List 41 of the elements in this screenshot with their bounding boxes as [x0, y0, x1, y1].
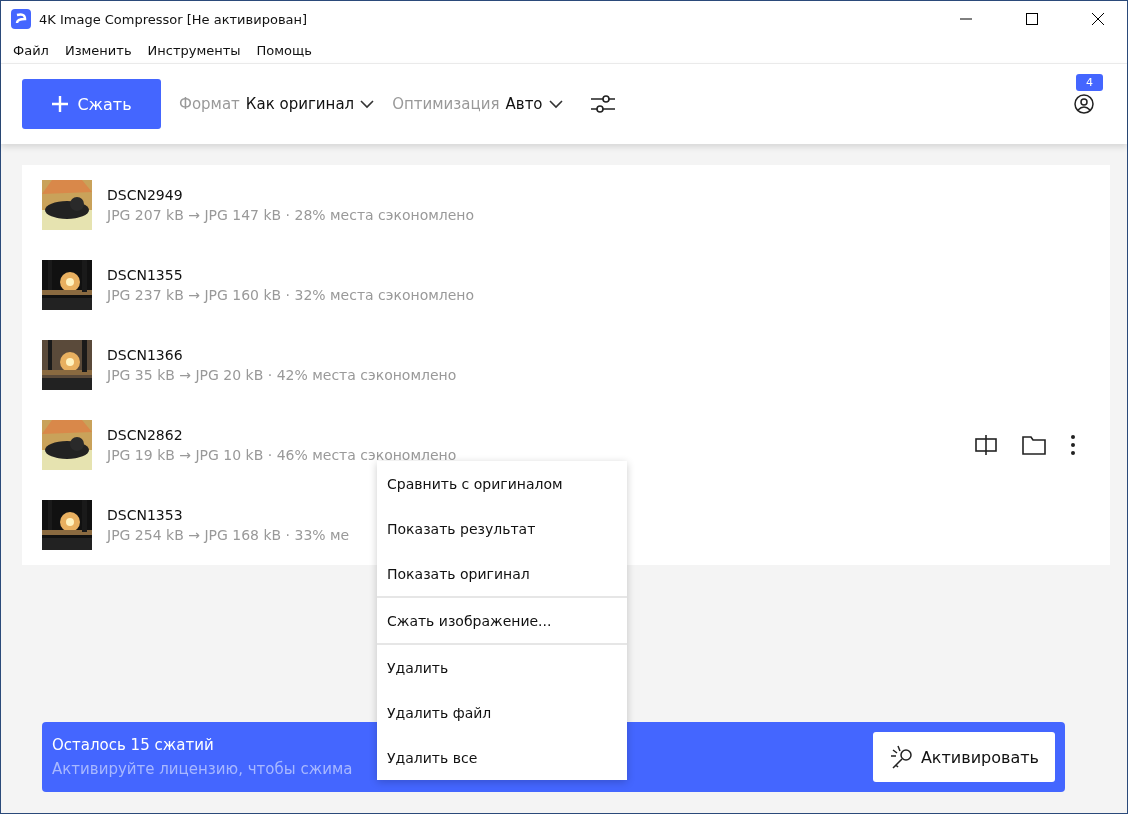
- close-icon[interactable]: [1092, 13, 1104, 25]
- chevron-down-icon: [548, 99, 563, 109]
- menu-item[interactable]: Помощь: [248, 42, 320, 58]
- context-menu-item[interactable]: Удалить файл: [377, 690, 627, 735]
- file-name: DSCN2949: [107, 187, 183, 203]
- menu-item[interactable]: Изменить: [56, 42, 140, 58]
- key-icon: [888, 744, 915, 770]
- context-menu-item[interactable]: Показать оригинал: [377, 551, 627, 598]
- folder-icon[interactable]: [1022, 434, 1046, 456]
- file-name: DSCN1353: [107, 507, 183, 523]
- menu-item[interactable]: Файл: [5, 42, 57, 58]
- compress-button[interactable]: Сжать: [22, 79, 161, 129]
- app-logo-icon: [11, 9, 31, 29]
- optimization-dropdown[interactable]: Оптимизация Авто: [392, 95, 563, 113]
- file-details: JPG 19 kB → JPG 10 kB · 46% места сэкономлено: [107, 447, 457, 463]
- compare-icon[interactable]: [974, 433, 998, 457]
- context-menu-item[interactable]: Удалить: [377, 645, 627, 690]
- format-dropdown[interactable]: Формат Как оригинал: [179, 95, 375, 113]
- more-icon[interactable]: [1070, 434, 1076, 456]
- settings-icon[interactable]: [590, 93, 615, 115]
- maximize-icon[interactable]: [1026, 13, 1038, 25]
- notification-badge: 4: [1076, 74, 1103, 91]
- file-name: DSCN1355: [107, 267, 183, 283]
- file-details: JPG 237 kB → JPG 160 kB · 32% места сэкономлено: [107, 287, 475, 303]
- file-details: JPG 254 kB → JPG 168 kB · 33% ме: [107, 527, 350, 543]
- context-menu-item[interactable]: Удалить все: [377, 735, 627, 780]
- context-menu-item[interactable]: Показать результат: [377, 506, 627, 551]
- menu-item[interactable]: Инструменты: [139, 42, 249, 58]
- file-details: JPG 207 kB → JPG 147 kB · 28% места сэкономлено: [107, 207, 475, 223]
- file-details: JPG 35 kB → JPG 20 kB · 42% места сэкономлено: [107, 367, 457, 383]
- file-name: DSCN1366: [107, 347, 183, 363]
- banner-title: Осталось 15 сжатий: [52, 736, 215, 754]
- plus-icon: [51, 95, 70, 113]
- activate-button[interactable]: Активировать: [872, 732, 1055, 782]
- account-icon[interactable]: [1074, 94, 1094, 114]
- window-title: 4K Image Compressor [Не активирован]: [39, 11, 309, 27]
- file-name: DSCN2862: [107, 427, 183, 443]
- context-menu-item[interactable]: Сравнить с оригиналом: [377, 461, 627, 506]
- chevron-down-icon: [360, 99, 375, 109]
- context-menu-item[interactable]: Сжать изображение...: [377, 598, 627, 645]
- banner-subtitle: Активируйте лицензию, чтобы сжима: [52, 760, 354, 778]
